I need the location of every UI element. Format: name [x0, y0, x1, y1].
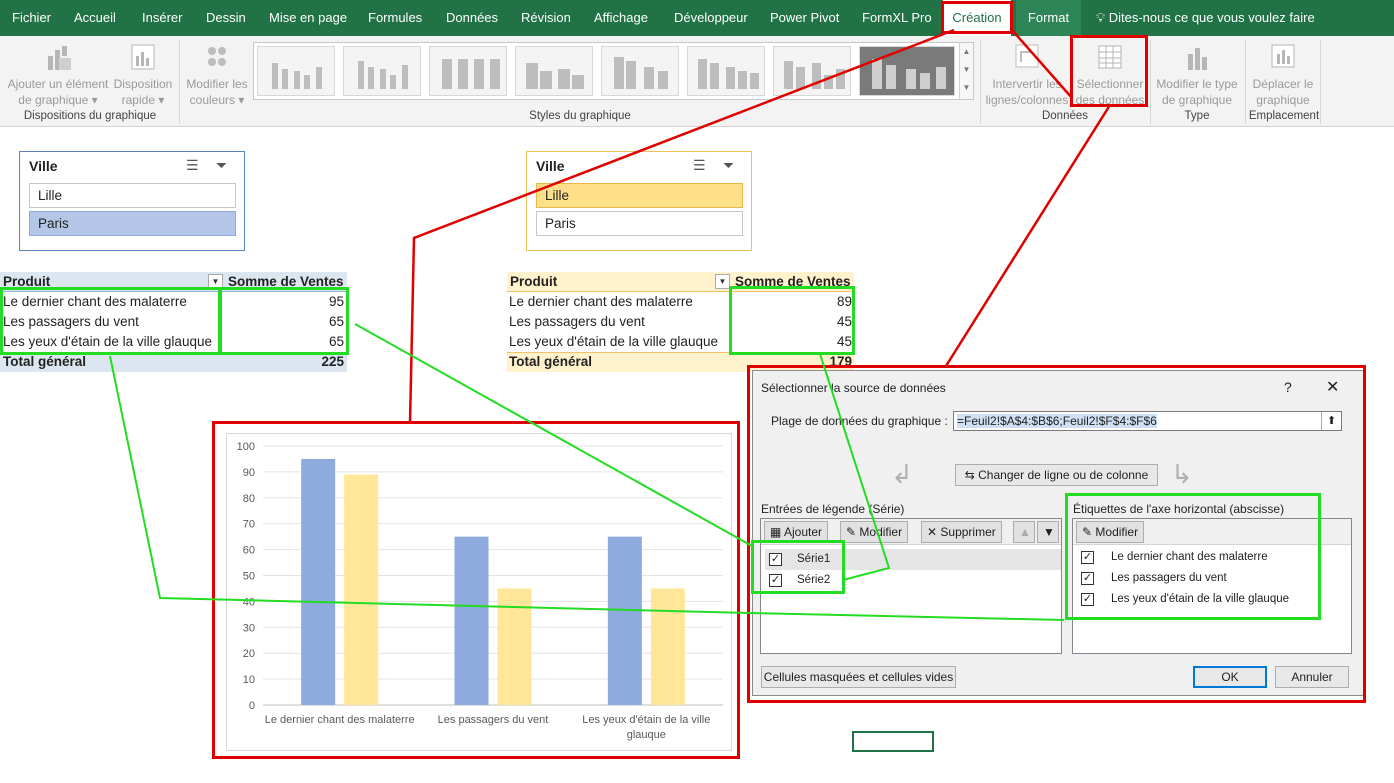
lightbulb-icon: 💡︎: [1096, 10, 1106, 25]
gallery-up-icon[interactable]: ▲: [960, 43, 973, 61]
tab-fichier[interactable]: Fichier: [12, 0, 51, 36]
tab-formxl-pro[interactable]: FormXL Pro: [862, 0, 932, 36]
move-chart-label-2: graphique: [1256, 93, 1310, 107]
pivot-values-highlight: [219, 287, 349, 355]
pivot-header-product: Produit: [510, 274, 558, 289]
tell-me-text: Dites-nous ce que vous voulez faire: [1108, 10, 1315, 25]
pivot-total-row: Total général 225: [0, 352, 347, 372]
gallery-more-icon[interactable]: ▼: [960, 79, 973, 97]
chart-styles-gallery[interactable]: ▲ ▼ ▼: [253, 42, 974, 100]
tab-developpeur[interactable]: Développeur: [674, 0, 748, 36]
slicer-item-paris[interactable]: Paris: [536, 211, 743, 236]
slicer-title: Ville: [29, 158, 58, 174]
multiselect-icon[interactable]: ☰: [693, 157, 706, 174]
add-element-icon: [48, 46, 71, 70]
add-chart-element-button[interactable]: Ajouter un élément de graphique ▾: [4, 42, 112, 108]
tab-dessin[interactable]: Dessin: [206, 0, 246, 36]
chart-style-2[interactable]: [343, 46, 421, 96]
tab-inserer[interactable]: Insérer: [142, 0, 182, 36]
move-chart-button[interactable]: Déplacer le graphique: [1248, 42, 1318, 108]
slicer-right[interactable]: Ville ☰ ⏷ Lille Paris: [526, 151, 752, 251]
pivot-total-label: Total général: [509, 354, 593, 369]
group-label-layouts: Dispositions du graphique: [23, 110, 157, 122]
change-type-label-1: Modifier le type: [1156, 77, 1238, 91]
slicer-title: Ville: [536, 158, 565, 174]
quick-layout-icon: [131, 44, 155, 70]
group-label-location: Emplacement: [1248, 110, 1320, 122]
quick-layout-button[interactable]: Disposition rapide ▾: [112, 42, 174, 108]
creation-tab-highlight: [941, 1, 1013, 34]
chart-style-4[interactable]: [515, 46, 593, 96]
slicer-item-lille[interactable]: Lille: [536, 183, 743, 208]
group-label-styles: Styles du graphique: [529, 110, 631, 122]
quick-layout-label-2: rapide ▾: [121, 93, 165, 107]
clear-filter-icon[interactable]: ⏷: [723, 157, 734, 174]
selected-cell[interactable]: [852, 731, 934, 752]
gallery-down-icon[interactable]: ▼: [960, 61, 973, 79]
chart-type-icon: [1188, 48, 1207, 70]
pivot-row-label[interactable]: Les yeux d'étain de la ville glauque: [509, 332, 718, 352]
axis-labels-highlight: [1065, 493, 1321, 620]
change-type-label-2: de graphique: [1161, 93, 1233, 107]
chart-style-6[interactable]: [687, 46, 765, 96]
slicer-left[interactable]: Ville ☰ ⏷ Lille Paris: [19, 151, 245, 251]
slicer-item-paris[interactable]: Paris: [29, 211, 236, 236]
tab-mise-en-page[interactable]: Mise en page: [269, 0, 347, 36]
move-chart-icon: [1271, 44, 1295, 68]
clear-filter-icon[interactable]: ⏷: [216, 157, 227, 174]
tab-formules[interactable]: Formules: [368, 0, 422, 36]
filter-dropdown-icon[interactable]: ▼: [715, 274, 730, 289]
red-connector-select-to-dialog: [944, 104, 1112, 367]
ribbon-separator: [980, 40, 981, 124]
pivot-total-label: Total général: [3, 354, 87, 369]
group-label-type: Type: [1184, 110, 1210, 122]
tab-format[interactable]: Format: [1016, 0, 1081, 36]
chart-style-7[interactable]: [773, 46, 851, 96]
add-element-label-1: Ajouter un élément: [7, 77, 109, 91]
switch-label-1: Intervertir les: [992, 77, 1062, 91]
pivot-row-label[interactable]: Les passagers du vent: [509, 312, 645, 332]
chart-highlight: [212, 421, 740, 759]
change-colors-label-2: couleurs ▾: [189, 93, 245, 107]
chart-style-1[interactable]: [257, 46, 335, 96]
palette-icon: [208, 47, 226, 66]
switch-row-column-button[interactable]: Intervertir les lignes/colonnes: [984, 42, 1070, 108]
change-colors-button[interactable]: Modifier les couleurs ▾: [184, 42, 250, 108]
ribbon-separator: [179, 40, 180, 124]
move-chart-label-1: Déplacer le: [1252, 77, 1314, 91]
switch-icon: [1015, 44, 1039, 68]
tell-me-box[interactable]: 💡︎ Dites-nous ce que vous voulez faire: [1096, 0, 1315, 36]
tab-donnees[interactable]: Données: [446, 0, 498, 36]
multiselect-icon[interactable]: ☰: [186, 157, 199, 174]
group-label-data: Données: [1041, 110, 1089, 122]
ribbon-separator: [1320, 40, 1321, 124]
tab-affichage[interactable]: Affichage: [594, 0, 648, 36]
tab-revision[interactable]: Révision: [521, 0, 571, 36]
switch-label-2: lignes/colonnes: [985, 93, 1069, 107]
pivot-labels-highlight: [0, 287, 221, 355]
tab-accueil[interactable]: Accueil: [74, 0, 116, 36]
chart-style-3[interactable]: [429, 46, 507, 96]
pivot-row-label[interactable]: Le dernier chant des malaterre: [509, 292, 693, 312]
ribbon-separator: [1150, 40, 1151, 124]
ribbon-separator: [1245, 40, 1246, 124]
pivot-values-highlight: [729, 286, 855, 355]
select-data-highlight: [1070, 35, 1148, 107]
pivot-total-value: 225: [321, 354, 344, 369]
add-element-label-2: de graphique ▾: [18, 93, 98, 107]
chart-style-8[interactable]: [859, 46, 955, 96]
gallery-scroll[interactable]: ▲ ▼ ▼: [959, 43, 973, 99]
ribbon-tab-bar: Fichier Accueil Insérer Dessin Mise en p…: [0, 0, 1394, 36]
ribbon-body: Ajouter un élément de graphique ▾ Dispos…: [0, 36, 1394, 127]
change-chart-type-button[interactable]: Modifier le type de graphique: [1152, 42, 1242, 108]
series-list-highlight: [751, 540, 845, 594]
change-colors-label-1: Modifier les: [186, 77, 248, 91]
tab-power-pivot[interactable]: Power Pivot: [770, 0, 839, 36]
quick-layout-label-1: Disposition: [113, 77, 173, 91]
chart-style-5[interactable]: [601, 46, 679, 96]
slicer-item-lille[interactable]: Lille: [29, 183, 236, 208]
